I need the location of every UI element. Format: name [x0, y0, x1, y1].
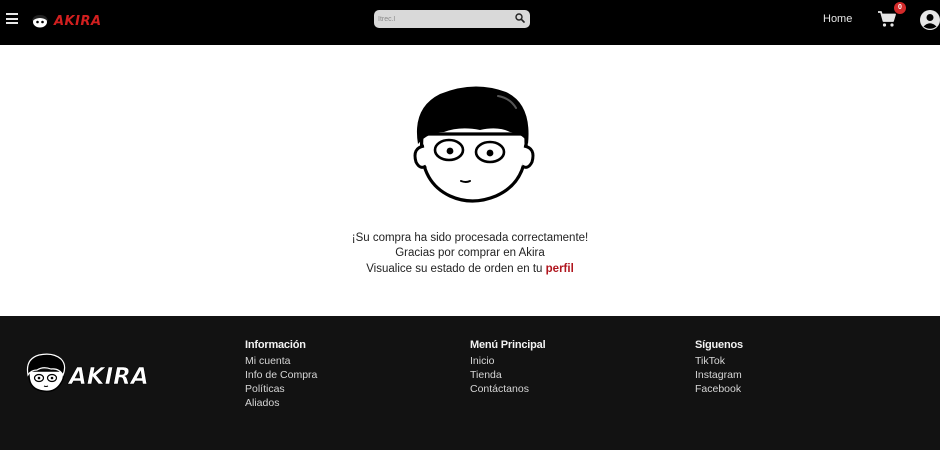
search-bar — [374, 10, 530, 28]
search-icon[interactable] — [515, 13, 525, 23]
brand-name: AKIRA — [54, 13, 102, 29]
footer-link-facebook[interactable]: Facebook — [695, 382, 743, 396]
mascot-logo-icon — [32, 15, 48, 28]
brand-logo[interactable]: AKIRA — [29, 11, 102, 31]
footer-link-inicio[interactable]: Inicio — [470, 354, 545, 368]
footer-column-title: Menú Principal — [470, 339, 546, 351]
footer-column-title: Síguenos — [695, 339, 743, 351]
footer-link-tienda[interactable]: Tienda — [470, 368, 545, 382]
footer-link-aliados[interactable]: Aliados — [245, 396, 317, 410]
footer-link-mi-cuenta[interactable]: Mi cuenta — [245, 354, 317, 368]
shopping-cart-icon[interactable] — [877, 10, 897, 28]
order-status-text: Visualice su estado de orden en tu — [366, 263, 546, 275]
profile-link[interactable]: perfil — [546, 263, 574, 275]
thank-you-message: Gracias por comprar en Akira — [395, 247, 545, 259]
footer-column-info: Información Mi cuenta Info de Compra Pol… — [245, 339, 317, 410]
search-input[interactable] — [378, 12, 508, 26]
footer-link-contactanos[interactable]: Contáctanos — [470, 382, 545, 396]
order-status-message: Visualice su estado de orden en tu perfi… — [0, 263, 940, 275]
purchase-success-message: ¡Su compra ha sido procesada correctamen… — [351, 232, 589, 244]
footer-column-title: Información — [245, 339, 306, 351]
hamburger-menu-icon[interactable] — [6, 13, 18, 24]
home-link[interactable]: Home — [823, 13, 852, 25]
footer-link-info-compra[interactable]: Info de Compra — [245, 368, 317, 382]
cart-count-badge: 0 — [894, 2, 906, 14]
top-navbar: AKIRA Home 0 — [0, 0, 940, 45]
footer-link-politicas[interactable]: Políticas — [245, 382, 317, 396]
mascot-illustration — [413, 86, 535, 203]
footer-column-main-menu: Menú Principal Inicio Tienda Contáctanos — [470, 339, 546, 396]
footer-link-tiktok[interactable]: TikTok — [695, 354, 743, 368]
site-footer: AKIRA Información Mi cuenta Info de Comp… — [0, 316, 940, 450]
user-account-icon[interactable] — [920, 10, 940, 30]
footer-column-social: Síguenos TikTok Instagram Facebook — [695, 339, 743, 396]
footer-logo-text: AKIRA — [67, 364, 149, 390]
footer-brand-logo[interactable]: AKIRA — [25, 353, 155, 393]
footer-link-instagram[interactable]: Instagram — [695, 368, 743, 382]
